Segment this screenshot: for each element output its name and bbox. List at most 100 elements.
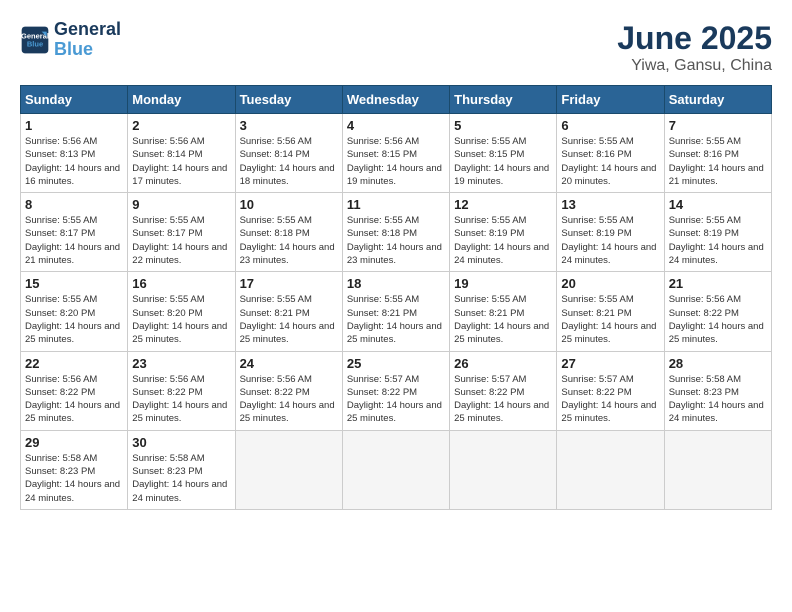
calendar-cell: 20 Sunrise: 5:55 AMSunset: 8:21 PMDayligh… xyxy=(557,272,664,351)
calendar-cell: 28 Sunrise: 5:58 AMSunset: 8:23 PMDayligh… xyxy=(664,351,771,430)
calendar-cell xyxy=(450,430,557,509)
calendar-cell xyxy=(235,430,342,509)
day-number: 6 xyxy=(561,118,659,133)
day-number: 7 xyxy=(669,118,767,133)
calendar-cell: 27Sunrise: 5:57 AMSunset: 8:22 PMDayligh… xyxy=(557,351,664,430)
day-number: 5 xyxy=(454,118,552,133)
calendar-cell: 1 Sunrise: 5:56 AMSunset: 8:13 PMDaylight… xyxy=(21,114,128,193)
day-info: Sunrise: 5:55 AMSunset: 8:18 PMDaylight:… xyxy=(240,214,338,267)
day-info: Sunrise: 5:56 AMSunset: 8:14 PMDaylight:… xyxy=(240,135,338,188)
day-info: Sunrise: 5:55 AMSunset: 8:21 PMDaylight:… xyxy=(454,293,552,346)
calendar-week-3: 15 Sunrise: 5:55 AMSunset: 8:20 PMDayligh… xyxy=(21,272,772,351)
day-info: Sunrise: 5:55 AMSunset: 8:21 PMDaylight:… xyxy=(561,293,659,346)
calendar-week-2: 8 Sunrise: 5:55 AMSunset: 8:17 PMDaylight… xyxy=(21,193,772,272)
calendar-week-5: 29Sunrise: 5:58 AMSunset: 8:23 PMDayligh… xyxy=(21,430,772,509)
calendar-cell: 16 Sunrise: 5:55 AMSunset: 8:20 PMDayligh… xyxy=(128,272,235,351)
day-number: 26 xyxy=(454,356,552,371)
day-info: Sunrise: 5:55 AMSunset: 8:17 PMDaylight:… xyxy=(132,214,230,267)
calendar-cell: 30 Sunrise: 5:58 AMSunset: 8:23 PMDayligh… xyxy=(128,430,235,509)
calendar-cell: 15 Sunrise: 5:55 AMSunset: 8:20 PMDayligh… xyxy=(21,272,128,351)
day-info: Sunrise: 5:56 AMSunset: 8:22 PMDaylight:… xyxy=(669,293,767,346)
day-number: 11 xyxy=(347,197,445,212)
day-info: Sunrise: 5:55 AMSunset: 8:16 PMDaylight:… xyxy=(561,135,659,188)
calendar-cell: 12 Sunrise: 5:55 AMSunset: 8:19 PMDayligh… xyxy=(450,193,557,272)
calendar-cell: 17 Sunrise: 5:55 AMSunset: 8:21 PMDayligh… xyxy=(235,272,342,351)
calendar-cell: 24Sunrise: 5:56 AMSunset: 8:22 PMDayligh… xyxy=(235,351,342,430)
day-info: Sunrise: 5:55 AMSunset: 8:18 PMDaylight:… xyxy=(347,214,445,267)
logo: General Blue General Blue xyxy=(20,20,121,60)
day-number: 21 xyxy=(669,276,767,291)
calendar-cell xyxy=(664,430,771,509)
day-number: 24 xyxy=(240,356,338,371)
calendar-cell: 29Sunrise: 5:58 AMSunset: 8:23 PMDayligh… xyxy=(21,430,128,509)
svg-text:Blue: Blue xyxy=(27,39,43,48)
day-number: 30 xyxy=(132,435,230,450)
day-info: Sunrise: 5:58 AMSunset: 8:23 PMDaylight:… xyxy=(669,373,767,426)
day-info: Sunrise: 5:55 AMSunset: 8:21 PMDaylight:… xyxy=(347,293,445,346)
day-header-tuesday: Tuesday xyxy=(235,86,342,114)
day-number: 13 xyxy=(561,197,659,212)
calendar-cell xyxy=(342,430,449,509)
day-header-monday: Monday xyxy=(128,86,235,114)
day-number: 1 xyxy=(25,118,123,133)
calendar-cell: 4Sunrise: 5:56 AMSunset: 8:15 PMDaylight… xyxy=(342,114,449,193)
day-header-wednesday: Wednesday xyxy=(342,86,449,114)
day-info: Sunrise: 5:55 AMSunset: 8:15 PMDaylight:… xyxy=(454,135,552,188)
day-info: Sunrise: 5:55 AMSunset: 8:20 PMDaylight:… xyxy=(25,293,123,346)
day-info: Sunrise: 5:56 AMSunset: 8:22 PMDaylight:… xyxy=(132,373,230,426)
calendar-cell: 26 Sunrise: 5:57 AMSunset: 8:22 PMDayligh… xyxy=(450,351,557,430)
calendar-cell: 19Sunrise: 5:55 AMSunset: 8:21 PMDayligh… xyxy=(450,272,557,351)
calendar-cell: 11 Sunrise: 5:55 AMSunset: 8:18 PMDayligh… xyxy=(342,193,449,272)
day-number: 18 xyxy=(347,276,445,291)
calendar-cell: 25 Sunrise: 5:57 AMSunset: 8:22 PMDayligh… xyxy=(342,351,449,430)
header: General Blue General Blue June 2025 Yiwa… xyxy=(20,20,772,75)
day-number: 9 xyxy=(132,197,230,212)
day-number: 14 xyxy=(669,197,767,212)
day-info: Sunrise: 5:55 AMSunset: 8:21 PMDaylight:… xyxy=(240,293,338,346)
day-header-sunday: Sunday xyxy=(21,86,128,114)
day-number: 12 xyxy=(454,197,552,212)
day-info: Sunrise: 5:58 AMSunset: 8:23 PMDaylight:… xyxy=(132,452,230,505)
day-number: 8 xyxy=(25,197,123,212)
calendar-table: SundayMondayTuesdayWednesdayThursdayFrid… xyxy=(20,85,772,510)
day-info: Sunrise: 5:58 AMSunset: 8:23 PMDaylight:… xyxy=(25,452,123,505)
day-info: Sunrise: 5:55 AMSunset: 8:19 PMDaylight:… xyxy=(561,214,659,267)
day-number: 15 xyxy=(25,276,123,291)
day-number: 25 xyxy=(347,356,445,371)
day-header-thursday: Thursday xyxy=(450,86,557,114)
day-number: 20 xyxy=(561,276,659,291)
calendar-cell: 21 Sunrise: 5:56 AMSunset: 8:22 PMDayligh… xyxy=(664,272,771,351)
day-info: Sunrise: 5:56 AMSunset: 8:15 PMDaylight:… xyxy=(347,135,445,188)
calendar-subtitle: Yiwa, Gansu, China xyxy=(617,57,772,75)
day-info: Sunrise: 5:57 AMSunset: 8:22 PMDaylight:… xyxy=(561,373,659,426)
day-info: Sunrise: 5:55 AMSunset: 8:19 PMDaylight:… xyxy=(454,214,552,267)
day-info: Sunrise: 5:57 AMSunset: 8:22 PMDaylight:… xyxy=(347,373,445,426)
calendar-cell: 10 Sunrise: 5:55 AMSunset: 8:18 PMDayligh… xyxy=(235,193,342,272)
day-info: Sunrise: 5:56 AMSunset: 8:13 PMDaylight:… xyxy=(25,135,123,188)
calendar-cell: 5 Sunrise: 5:55 AMSunset: 8:15 PMDaylight… xyxy=(450,114,557,193)
calendar-week-1: 1 Sunrise: 5:56 AMSunset: 8:13 PMDaylight… xyxy=(21,114,772,193)
day-info: Sunrise: 5:55 AMSunset: 8:16 PMDaylight:… xyxy=(669,135,767,188)
day-number: 22 xyxy=(25,356,123,371)
day-header-friday: Friday xyxy=(557,86,664,114)
day-number: 10 xyxy=(240,197,338,212)
calendar-cell: 8 Sunrise: 5:55 AMSunset: 8:17 PMDaylight… xyxy=(21,193,128,272)
calendar-cell: 7 Sunrise: 5:55 AMSunset: 8:16 PMDaylight… xyxy=(664,114,771,193)
day-number: 17 xyxy=(240,276,338,291)
calendar-cell: 22 Sunrise: 5:56 AMSunset: 8:22 PMDayligh… xyxy=(21,351,128,430)
calendar-cell: 3 Sunrise: 5:56 AMSunset: 8:14 PMDaylight… xyxy=(235,114,342,193)
day-info: Sunrise: 5:56 AMSunset: 8:22 PMDaylight:… xyxy=(25,373,123,426)
day-number: 16 xyxy=(132,276,230,291)
day-number: 2 xyxy=(132,118,230,133)
calendar-cell xyxy=(557,430,664,509)
day-number: 23 xyxy=(132,356,230,371)
day-number: 28 xyxy=(669,356,767,371)
day-info: Sunrise: 5:55 AMSunset: 8:20 PMDaylight:… xyxy=(132,293,230,346)
day-number: 3 xyxy=(240,118,338,133)
day-info: Sunrise: 5:55 AMSunset: 8:19 PMDaylight:… xyxy=(669,214,767,267)
day-info: Sunrise: 5:57 AMSunset: 8:22 PMDaylight:… xyxy=(454,373,552,426)
calendar-cell: 6 Sunrise: 5:55 AMSunset: 8:16 PMDaylight… xyxy=(557,114,664,193)
day-info: Sunrise: 5:56 AMSunset: 8:14 PMDaylight:… xyxy=(132,135,230,188)
day-info: Sunrise: 5:55 AMSunset: 8:17 PMDaylight:… xyxy=(25,214,123,267)
calendar-header-row: SundayMondayTuesdayWednesdayThursdayFrid… xyxy=(21,86,772,114)
